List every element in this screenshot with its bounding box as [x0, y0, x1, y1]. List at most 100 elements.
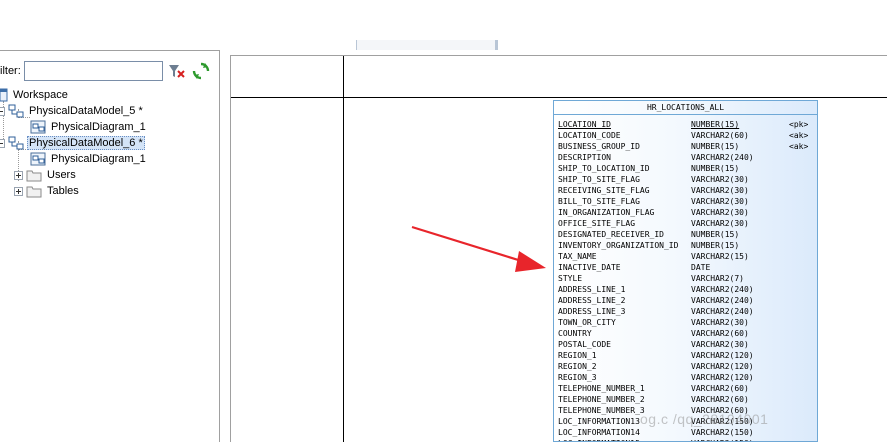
column-type: VARCHAR2(240)	[691, 153, 754, 162]
column-name: TELEPHONE_NUMBER_2	[558, 395, 645, 404]
column-name: LOC_INFORMATION14	[558, 428, 640, 437]
column-row: LOCATION_CODE VARCHAR2(60) <ak>	[554, 130, 817, 141]
column-row: OFFICE_SITE_FLAG VARCHAR2(30)	[554, 218, 817, 229]
column-row: REGION_3 VARCHAR2(120)	[554, 372, 817, 383]
column-type: DATE	[691, 263, 711, 272]
column-name: TAX_NAME	[558, 252, 597, 261]
column-type: VARCHAR2(120)	[691, 362, 754, 371]
physical-model-icon	[8, 136, 24, 150]
collapse-toggle[interactable]	[0, 138, 5, 148]
tree-item-label: Tables	[47, 185, 79, 197]
column-row: COUNTRY VARCHAR2(60)	[554, 328, 817, 339]
column-name: BILL_TO_SITE_FLAG	[558, 197, 640, 206]
column-row: REGION_1 VARCHAR2(120)	[554, 350, 817, 361]
column-row: TOWN_OR_CITY VARCHAR2(30)	[554, 317, 817, 328]
column-type: VARCHAR2(150)	[691, 438, 754, 441]
column-row: DESIGNATED_RECEIVER_ID NUMBER(15)	[554, 229, 817, 240]
column-name: DESIGNATED_RECEIVER_ID	[558, 230, 664, 239]
column-name: SHIP_TO_LOCATION_ID	[558, 164, 650, 173]
column-name: INVENTORY_ORGANIZATION_ID	[558, 241, 679, 250]
tree-item-label: Workspace	[13, 89, 68, 101]
column-type: VARCHAR2(30)	[691, 219, 749, 228]
column-row: TELEPHONE_NUMBER_1 VARCHAR2(60)	[554, 383, 817, 394]
column-type: NUMBER(15)	[691, 230, 740, 239]
page-border-horizontal	[231, 97, 887, 98]
expand-toggle[interactable]	[14, 170, 23, 180]
folder-icon	[26, 168, 42, 182]
column-type: VARCHAR2(150)	[691, 428, 754, 437]
column-key: <ak>	[789, 131, 809, 140]
column-type: VARCHAR2(120)	[691, 373, 754, 382]
column-row: ADDRESS_LINE_2 VARCHAR2(240)	[554, 295, 817, 306]
clear-filter-icon[interactable]	[168, 63, 186, 79]
column-row: IN_ORGANIZATION_FLAG VARCHAR2(30)	[554, 207, 817, 218]
refresh-icon[interactable]	[192, 62, 210, 80]
column-name: LOC_INFORMATION13	[558, 417, 640, 426]
tree-item-workspace[interactable]: Workspace	[0, 87, 70, 103]
table-name: HR_LOCATIONS_ALL	[554, 101, 817, 115]
tree-item-label: Users	[47, 169, 76, 181]
column-type: VARCHAR2(240)	[691, 285, 754, 294]
column-name: IN_ORGANIZATION_FLAG	[558, 208, 655, 217]
column-row: POSTAL_CODE VARCHAR2(30)	[554, 339, 817, 350]
collapse-toggle[interactable]	[0, 106, 5, 116]
column-name: LOCATION_CODE	[558, 131, 621, 140]
column-key: <pk>	[789, 120, 809, 129]
column-name: COUNTRY	[558, 329, 592, 338]
column-row: INACTIVE_DATE DATE	[554, 262, 817, 273]
column-row: TELEPHONE_NUMBER_2 VARCHAR2(60)	[554, 394, 817, 405]
column-name: TOWN_OR_CITY	[558, 318, 616, 327]
column-name: LOCATION_ID	[558, 120, 611, 129]
column-row: BILL_TO_SITE_FLAG VARCHAR2(30)	[554, 196, 817, 207]
column-row: RECEIVING_SITE_FLAG VARCHAR2(30)	[554, 185, 817, 196]
column-name: INACTIVE_DATE	[558, 263, 621, 272]
column-row: DESCRIPTION VARCHAR2(240)	[554, 152, 817, 163]
column-type: VARCHAR2(30)	[691, 186, 749, 195]
table-symbol[interactable]: HR_LOCATIONS_ALL LOCATION_ID NUMBER(15) <p…	[553, 100, 818, 442]
column-type: VARCHAR2(240)	[691, 296, 754, 305]
tree-item-diagram-5[interactable]: PhysicalDiagram_1	[30, 119, 148, 135]
column-row: SHIP_TO_LOCATION_ID NUMBER(15)	[554, 163, 817, 174]
column-row: STYLE VARCHAR2(7)	[554, 273, 817, 284]
column-name: STYLE	[558, 274, 583, 283]
tree-item-diagram-6[interactable]: PhysicalDiagram_1	[30, 151, 148, 167]
expand-toggle[interactable]	[14, 186, 23, 196]
column-row: TAX_NAME VARCHAR2(15)	[554, 251, 817, 262]
column-type: VARCHAR2(60)	[691, 395, 749, 404]
page-border-vertical	[343, 56, 344, 442]
column-type: VARCHAR2(30)	[691, 318, 749, 327]
column-type: NUMBER(15)	[691, 164, 740, 173]
object-browser: ilter: Workspace PhysicalDataModel_5 * P…	[0, 50, 220, 442]
diagram-icon	[30, 152, 46, 166]
column-row: SHIP_TO_SITE_FLAG VARCHAR2(30)	[554, 174, 817, 185]
column-list: LOCATION_ID NUMBER(15) <pk> LOCATION_CODE VA…	[554, 115, 817, 441]
column-row: ADDRESS_LINE_3 VARCHAR2(240)	[554, 306, 817, 317]
column-name: BUSINESS_GROUP_ID	[558, 142, 640, 151]
column-type: VARCHAR2(240)	[691, 307, 754, 316]
watermark: og.c /qq_28194001	[640, 411, 769, 427]
diagram-icon	[30, 120, 46, 134]
physical-model-icon	[8, 104, 24, 118]
column-type: VARCHAR2(120)	[691, 351, 754, 360]
column-row: BUSINESS_GROUP_ID NUMBER(15) <ak>	[554, 141, 817, 152]
column-row: ADDRESS_LINE_1 VARCHAR2(240)	[554, 284, 817, 295]
column-type: VARCHAR2(60)	[691, 384, 749, 393]
column-row: LOC_INFORMATION15 VARCHAR2(150)	[554, 438, 817, 441]
column-name: TELEPHONE_NUMBER_3	[558, 406, 645, 415]
tree-item-users[interactable]: Users	[14, 167, 78, 183]
editor-tab[interactable]	[356, 40, 496, 50]
column-type: VARCHAR2(30)	[691, 208, 749, 217]
filter-row: ilter:	[0, 59, 220, 83]
filter-input[interactable]	[24, 61, 163, 81]
column-type: VARCHAR2(7)	[691, 274, 744, 283]
column-type: VARCHAR2(60)	[691, 329, 749, 338]
column-name: POSTAL_CODE	[558, 340, 611, 349]
column-name: RECEIVING_SITE_FLAG	[558, 186, 650, 195]
column-row: REGION_2 VARCHAR2(120)	[554, 361, 817, 372]
tree-item-tables[interactable]: Tables	[14, 183, 81, 199]
tree-item-model-6[interactable]: PhysicalDataModel_6 *	[0, 135, 145, 151]
column-name: OFFICE_SITE_FLAG	[558, 219, 636, 228]
column-name: ADDRESS_LINE_3	[558, 307, 626, 316]
tree-item-model-5[interactable]: PhysicalDataModel_5 *	[0, 103, 145, 119]
column-name: ADDRESS_LINE_1	[558, 285, 626, 294]
